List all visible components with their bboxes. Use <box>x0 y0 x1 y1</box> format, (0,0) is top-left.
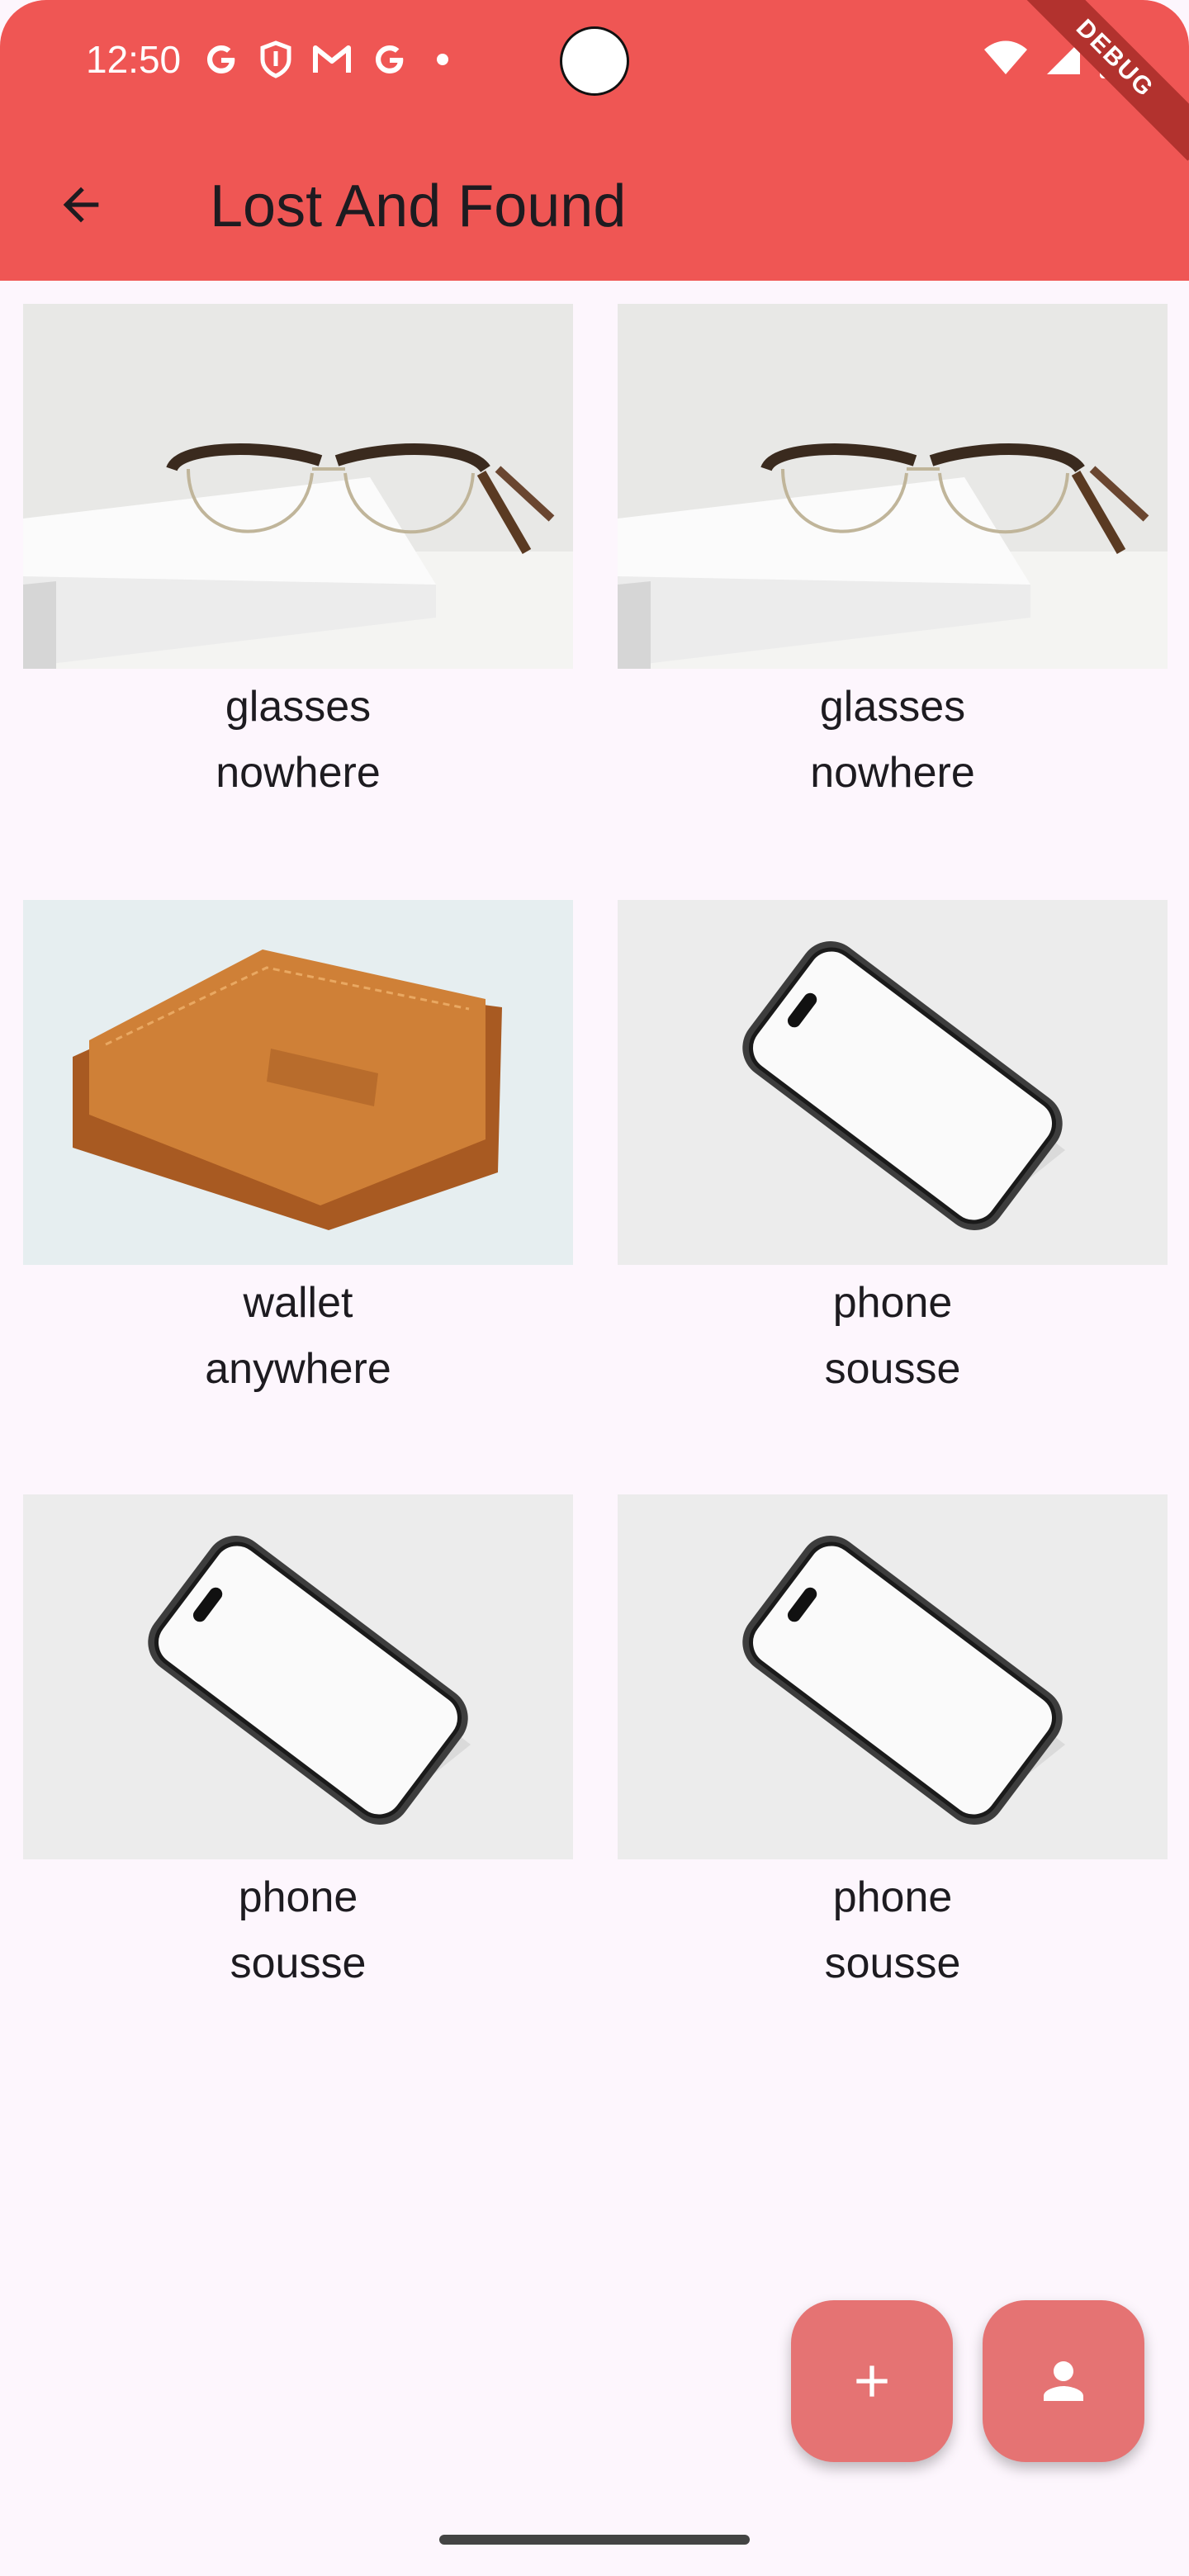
status-time: 12:50 <box>86 38 182 81</box>
item-location: sousse <box>824 1939 961 1987</box>
phone-image <box>23 1494 573 1859</box>
item-name: glasses <box>225 683 372 731</box>
google-icon <box>207 45 235 73</box>
glasses-image <box>618 304 1168 669</box>
arrow-back-icon <box>63 187 99 223</box>
wallet-image <box>23 900 573 1265</box>
home-indicator[interactable] <box>439 2535 750 2545</box>
glasses-image <box>23 304 573 669</box>
plus-icon <box>856 2365 888 2397</box>
item-name: phone <box>832 1873 953 1921</box>
item-location: nowhere <box>216 749 381 797</box>
item-location: sousse <box>824 1345 961 1393</box>
item-location: nowhere <box>810 749 975 797</box>
phone-image <box>618 1494 1168 1859</box>
back-button[interactable] <box>41 165 121 244</box>
app-screen: 12:50 DEBUG Lost And Found glasses nowhe… <box>0 0 1189 2576</box>
notification-icons <box>201 38 459 81</box>
toolbar: Lost And Found <box>0 140 1189 256</box>
item-name: phone <box>832 1279 953 1327</box>
phone-image <box>618 900 1168 1265</box>
item-card[interactable]: glasses nowhere <box>23 304 573 832</box>
shield-icon <box>260 40 291 78</box>
item-card[interactable]: phone sousse <box>23 1494 573 2023</box>
google-icon <box>376 45 404 73</box>
profile-button[interactable] <box>983 2300 1144 2462</box>
wifi-icon <box>984 40 1027 74</box>
gmail-icon <box>313 45 351 73</box>
item-card[interactable]: phone sousse <box>618 1494 1168 2023</box>
add-item-button[interactable] <box>791 2300 953 2462</box>
item-location: anywhere <box>205 1345 391 1393</box>
item-name: phone <box>238 1873 358 1921</box>
dot-icon <box>437 54 448 65</box>
page-title: Lost And Found <box>210 173 627 239</box>
status-bar: 12:50 <box>0 0 1189 119</box>
camera-cutout <box>560 26 629 96</box>
item-name: wallet <box>243 1279 353 1327</box>
app-bar: 12:50 DEBUG Lost And Found <box>0 0 1189 281</box>
item-card[interactable]: phone sousse <box>618 900 1168 1428</box>
item-card[interactable]: wallet anywhere <box>23 900 573 1428</box>
item-location: sousse <box>230 1939 367 1987</box>
person-icon <box>1044 2361 1083 2401</box>
item-name: glasses <box>819 683 966 731</box>
item-card[interactable]: glasses nowhere <box>618 304 1168 832</box>
